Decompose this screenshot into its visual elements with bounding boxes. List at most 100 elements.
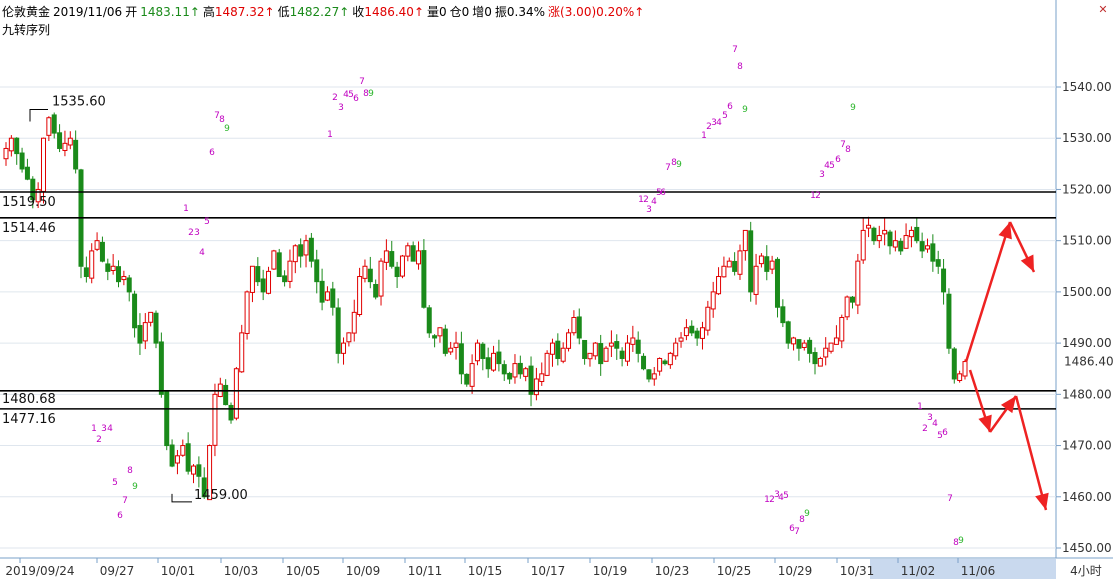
candle-body bbox=[453, 342, 459, 348]
candle-body bbox=[646, 369, 652, 380]
candle-body bbox=[764, 256, 770, 272]
candle-body bbox=[148, 311, 154, 323]
support-resistance-levels: 1535.60 1519.50 1514.46 1480.68 1477.16 1459.… bbox=[0, 95, 1056, 503]
candle-body bbox=[249, 265, 255, 293]
candle-body bbox=[319, 280, 325, 303]
candle-body bbox=[121, 276, 127, 281]
td-buy-number: 5 bbox=[829, 161, 835, 171]
td-buy-number: 8 bbox=[845, 145, 851, 155]
candle-body bbox=[683, 327, 689, 337]
price-chart[interactable]: 1535.60 1519.50 1514.46 1480.68 1477.16 1459.… bbox=[0, 0, 1113, 579]
td-buy-number: 4 bbox=[932, 419, 938, 429]
candle-body bbox=[480, 343, 486, 359]
candle-body bbox=[571, 317, 577, 334]
candle-body bbox=[142, 322, 148, 342]
candle-body bbox=[785, 321, 791, 344]
td-buy-number: 1 bbox=[701, 131, 707, 141]
td-buy-number: 7 bbox=[794, 527, 800, 537]
candle-body bbox=[855, 260, 861, 306]
td-buy-number: 2 bbox=[188, 228, 194, 238]
td-buy-number: 2 bbox=[643, 195, 649, 205]
candle-body bbox=[46, 117, 52, 136]
candle-body bbox=[657, 357, 663, 372]
candle-body bbox=[908, 229, 914, 238]
candle-body bbox=[614, 341, 620, 349]
candle-body bbox=[924, 245, 930, 250]
candle-body bbox=[233, 368, 239, 419]
candle-body bbox=[812, 352, 818, 365]
td-buy-number: 3 bbox=[338, 103, 344, 113]
candle-body bbox=[158, 341, 164, 395]
candle-body bbox=[903, 235, 909, 249]
candle-body bbox=[469, 363, 475, 387]
level-label-3: 1480.68 bbox=[2, 392, 56, 407]
candle-body bbox=[491, 352, 497, 371]
td-buy-number: 6 bbox=[660, 188, 666, 198]
candle-body bbox=[962, 361, 968, 377]
candle-body bbox=[14, 137, 20, 155]
candle-body bbox=[587, 352, 593, 360]
candle-body bbox=[448, 347, 454, 353]
candle-body bbox=[876, 235, 882, 242]
candle-body bbox=[126, 277, 132, 293]
candle-body bbox=[780, 306, 786, 324]
ytick-label-1: 1530.00 bbox=[1062, 131, 1112, 145]
arrow-down-2-head bbox=[978, 414, 992, 432]
candle-body bbox=[914, 226, 920, 242]
candle-body bbox=[517, 362, 523, 375]
candle-body bbox=[507, 372, 513, 380]
candle-body bbox=[882, 229, 888, 235]
candle-body bbox=[946, 293, 952, 349]
candle-body bbox=[282, 275, 288, 283]
ytick-label-7: 1470.00 bbox=[1062, 439, 1112, 453]
candle-body bbox=[823, 347, 829, 358]
candle-body bbox=[335, 307, 341, 354]
td-buy-number: 6 bbox=[942, 428, 948, 438]
candle-body bbox=[716, 276, 722, 295]
candle-body bbox=[501, 364, 507, 375]
candle-body bbox=[308, 237, 314, 262]
candle-body bbox=[314, 259, 320, 283]
period-label[interactable]: 4小时 bbox=[1070, 564, 1102, 578]
candle-body bbox=[351, 311, 357, 334]
td-sell-number: 9 bbox=[804, 509, 810, 519]
candle-body bbox=[8, 137, 14, 152]
level-marker-0 bbox=[29, 109, 48, 122]
td-buy-number: 2 bbox=[332, 93, 338, 103]
candle-body bbox=[951, 348, 957, 380]
candle-body bbox=[919, 241, 925, 252]
td-sell-number: 9 bbox=[742, 105, 748, 115]
candle-body bbox=[807, 339, 813, 354]
td-sell-number: 9 bbox=[850, 103, 856, 113]
candle-body bbox=[94, 240, 100, 250]
candle-body bbox=[19, 152, 25, 170]
candle-body bbox=[330, 288, 336, 308]
candle-body bbox=[153, 312, 159, 344]
td-buy-number: 7 bbox=[947, 494, 953, 504]
td-sell-number: 9 bbox=[224, 124, 230, 134]
candle-body bbox=[271, 250, 277, 270]
arrow-up-2-head bbox=[1000, 396, 1016, 414]
candle-body bbox=[689, 325, 695, 334]
candle-body bbox=[523, 368, 529, 377]
candle-body bbox=[239, 332, 245, 373]
current-price-label: 1486.40 bbox=[1064, 355, 1113, 369]
level-label-5: 1459.00 bbox=[194, 488, 248, 503]
candle-body bbox=[437, 327, 443, 337]
time-axis: 2019/09/24 09/27 10/01 10/03 10/05 10/09 10/11… bbox=[5, 558, 1056, 579]
td-buy-number: 7 bbox=[122, 496, 128, 506]
td-sell-number: 9 bbox=[676, 160, 682, 170]
td-buy-number: 7 bbox=[359, 77, 365, 87]
candle-body bbox=[930, 243, 936, 262]
td-buy-number: 6 bbox=[353, 94, 359, 104]
candle-body bbox=[405, 245, 411, 257]
candle-body bbox=[705, 306, 711, 331]
close-icon[interactable]: ✕ bbox=[1098, 3, 1107, 16]
candle-body bbox=[721, 265, 727, 278]
candle-body bbox=[737, 250, 743, 275]
candle-body bbox=[860, 229, 866, 261]
candle-body bbox=[560, 347, 566, 362]
td-buy-number: 6 bbox=[117, 511, 123, 521]
candle-body bbox=[99, 241, 105, 262]
xtick-label-15: 11/06 bbox=[961, 564, 996, 578]
